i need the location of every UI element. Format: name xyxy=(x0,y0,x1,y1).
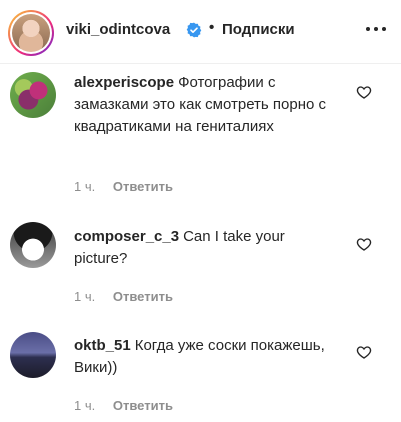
comment-username-link[interactable]: alexperiscope xyxy=(74,74,174,91)
reply-button[interactable]: Ответить xyxy=(113,289,173,304)
comment-meta: 1 ч. Ответить xyxy=(74,398,173,413)
heart-icon[interactable] xyxy=(356,84,372,100)
comment-username-link[interactable]: oktb_51 xyxy=(74,337,131,354)
heart-icon[interactable] xyxy=(356,344,372,360)
heart-icon[interactable] xyxy=(356,236,372,252)
comment-time: 1 ч. xyxy=(74,289,96,304)
separator-dot: • xyxy=(209,19,215,36)
post-header: viki_odintcova • Подписки xyxy=(0,0,401,64)
reply-button[interactable]: Ответить xyxy=(113,179,173,194)
instagram-comments-panel: viki_odintcova • Подписки alexperiscope Ф… xyxy=(0,0,401,422)
comment-body: oktb_51 Когда уже соски покажешь, Вики)) xyxy=(74,335,338,379)
comment-meta: 1 ч. Ответить xyxy=(74,289,173,304)
verified-badge-icon xyxy=(186,22,202,38)
comment-body: alexperiscope Фотографии с замазками это … xyxy=(74,72,338,138)
comment-item: composer_c_3 Can I take your picture? 1 ч… xyxy=(0,214,401,314)
commenter-avatar[interactable] xyxy=(10,72,56,118)
more-options-icon[interactable] xyxy=(366,27,386,33)
commenter-avatar[interactable] xyxy=(10,222,56,268)
header-username-link[interactable]: viki_odintcova xyxy=(66,21,170,38)
reply-button[interactable]: Ответить xyxy=(113,398,173,413)
comment-item: oktb_51 Когда уже соски покажешь, Вики)) … xyxy=(0,326,401,422)
comment-time: 1 ч. xyxy=(74,398,96,413)
profile-avatar[interactable] xyxy=(8,10,54,56)
avatar-photo xyxy=(12,14,50,52)
commenter-avatar[interactable] xyxy=(10,332,56,378)
comment-username-link[interactable]: composer_c_3 xyxy=(74,228,179,245)
comment-meta: 1 ч. Ответить xyxy=(74,179,173,194)
following-button[interactable]: Подписки xyxy=(222,21,295,38)
comment-body: composer_c_3 Can I take your picture? xyxy=(74,226,338,270)
comment-time: 1 ч. xyxy=(74,179,96,194)
comment-item: alexperiscope Фотографии с замазками это … xyxy=(0,64,401,204)
